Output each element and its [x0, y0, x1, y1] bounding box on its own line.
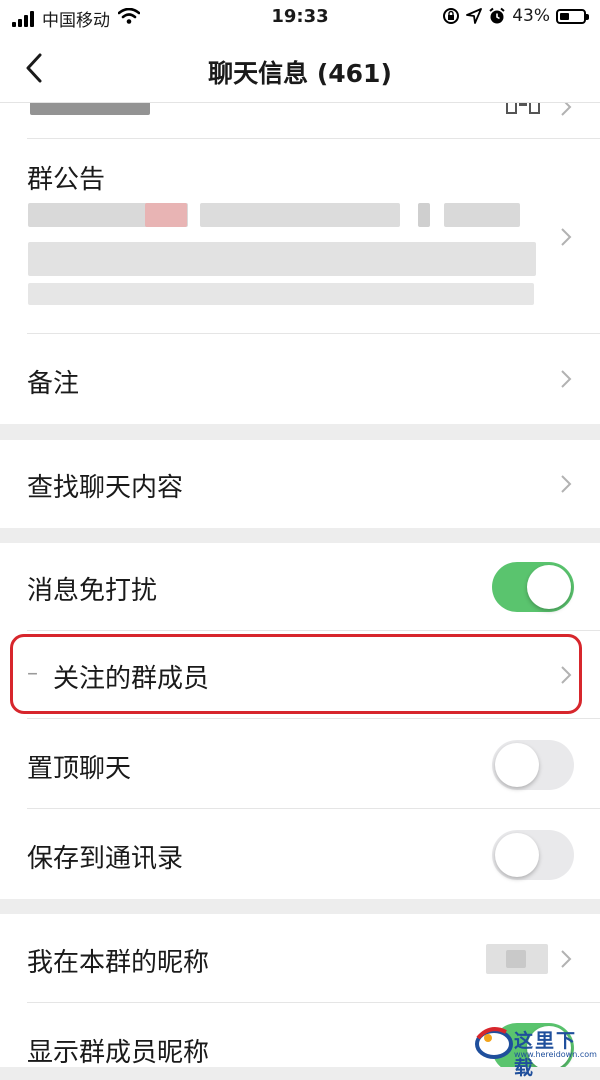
announcement-label: 群公告 — [27, 165, 106, 195]
save-contacts-toggle[interactable] — [492, 830, 574, 880]
my-nickname-label: 我在本群的昵称 — [27, 948, 210, 978]
chevron-right-icon — [561, 370, 572, 388]
pin-label: 置顶聊天 — [27, 754, 132, 784]
chevron-right-icon — [561, 475, 572, 493]
row-pin-chat: 置顶聊天 — [0, 719, 600, 809]
status-bar: 中国移动 19:33 43% — [0, 0, 600, 34]
watermark-url: www.hereidown.com — [514, 1050, 597, 1059]
row-mute-notifications: 消息免打扰 — [0, 543, 600, 631]
row-qr-code-partial[interactable] — [0, 103, 600, 139]
chevron-right-icon — [561, 228, 572, 246]
location-icon — [466, 8, 483, 24]
watermark-logo: 这里下载 www.hereidown.com — [470, 1008, 597, 1079]
obscured-label — [30, 103, 150, 115]
chevron-right-icon — [561, 103, 572, 116]
show-nicknames-label: 显示群成员昵称 — [27, 1038, 210, 1067]
qr-code-icon — [506, 103, 540, 114]
battery-percent: 43% — [512, 6, 550, 26]
battery-icon — [556, 8, 589, 24]
page-title: 聊天信息 (461) — [208, 59, 392, 88]
mute-label: 消息免打扰 — [27, 576, 158, 606]
save-contacts-label: 保存到通讯录 — [27, 844, 184, 874]
mute-toggle[interactable] — [492, 562, 574, 612]
row-remark[interactable]: 备注 — [0, 334, 600, 424]
highlight-box — [10, 634, 582, 714]
search-chat-label: 查找聊天内容 — [27, 473, 184, 503]
row-search-chat-content[interactable]: 查找聊天内容 — [0, 440, 600, 528]
chevron-right-icon — [561, 950, 572, 968]
alarm-icon — [488, 7, 506, 25]
row-my-group-nickname[interactable]: 我在本群的昵称 — [0, 914, 600, 1003]
row-group-announcement[interactable]: 群公告 — [0, 139, 600, 334]
orientation-lock-icon — [442, 7, 460, 25]
pin-toggle[interactable] — [492, 740, 574, 790]
remark-label: 备注 — [27, 369, 80, 399]
navigation-bar: 聊天信息 (461) — [0, 34, 600, 103]
row-save-to-contacts: 保存到通讯录 — [0, 809, 600, 899]
